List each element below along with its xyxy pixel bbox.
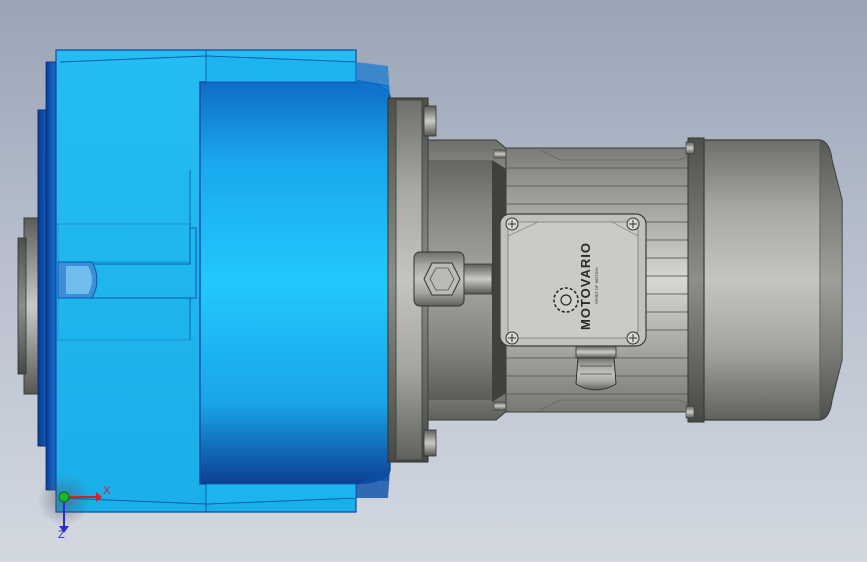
x-axis-label: X	[103, 485, 111, 497]
output-shaft[interactable]	[17, 61, 61, 491]
fan-cover[interactable]	[703, 139, 843, 421]
gearbox-housing[interactable]	[55, 49, 391, 513]
gearmotor-model[interactable]: MOTOVARIO SPIRIT OF MOTION	[0, 0, 867, 562]
brand-tagline: SPIRIT OF MOTION	[594, 267, 599, 304]
cad-graphics-viewport[interactable]: MOTOVARIO SPIRIT OF MOTION X Z	[0, 0, 867, 562]
z-axis-label: Z	[58, 529, 65, 541]
motor-adapter-flange[interactable]	[387, 97, 509, 463]
cable-gland	[575, 345, 617, 391]
motovario-logo-icon	[553, 287, 579, 313]
y-axis-dot	[58, 491, 70, 503]
brand-name: MOTOVARIO	[578, 242, 593, 330]
